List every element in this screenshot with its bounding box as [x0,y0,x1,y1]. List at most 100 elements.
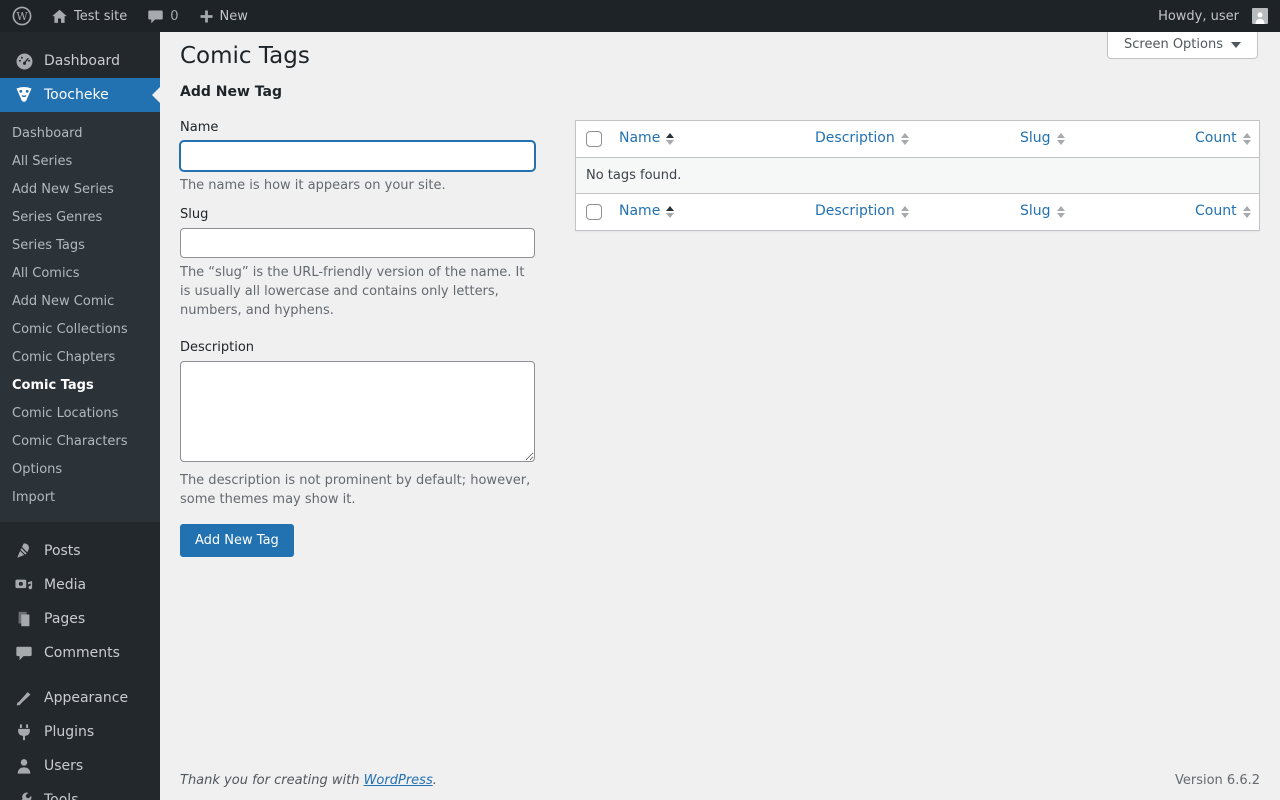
column-footer-slug: Slug [1010,192,1185,230]
submenu-item-import[interactable]: Import [0,484,160,512]
submenu-item-options[interactable]: Options [0,456,160,484]
sort-by-name-link[interactable]: Name [619,202,675,221]
sidebar-item-users[interactable]: Users [0,749,160,783]
howdy-label: Howdy, user [1158,8,1239,24]
submenu-item-series-genres[interactable]: Series Genres [0,204,160,232]
page-title: Comic Tags [180,43,310,69]
dashboard-icon [14,51,34,71]
wordpress-logo-menu[interactable]: W [0,0,41,32]
name-help-text: The name is how it appears on your site. [180,177,446,193]
description-label: Description [180,339,255,355]
menu-separator [0,670,160,681]
site-name-menu[interactable]: Test site [41,0,137,32]
wordpress-logo-icon: W [12,6,32,26]
submenu-item-comic-collections[interactable]: Comic Collections [0,316,160,344]
sort-indicator-icon [1242,205,1251,218]
column-footer-count: Count [1185,192,1259,230]
my-account-menu[interactable]: Howdy, user [1148,0,1280,32]
site-name-label: Test site [74,8,128,24]
sort-indicator-icon [900,132,909,145]
column-footer-description: Description [805,192,1010,230]
slug-field-group: Slug The “slug” is the URL-friendly vers… [180,205,535,320]
toocheke-icon [14,85,34,105]
select-all-checkbox[interactable] [586,203,602,220]
add-new-tag-button[interactable]: Add New Tag [180,523,294,557]
slug-label: Slug [180,206,209,222]
column-header-slug: Slug [1010,121,1185,158]
page-wrap: Comic Tags Add New Tag Name The name is … [160,32,1280,765]
description-textarea[interactable] [180,360,535,462]
sidebar-item-label: Pages [44,611,86,627]
submenu-item-comic-tags[interactable]: Comic Tags [0,372,160,400]
footer-thanks-text: Thank you for creating with WordPress. [180,773,437,788]
plus-icon [199,9,214,24]
users-icon [14,756,34,776]
sidebar-item-appearance[interactable]: Appearance [0,681,160,715]
sort-by-description-link[interactable]: Description [815,129,909,148]
sort-indicator-icon [666,132,675,145]
slug-input[interactable] [180,227,535,258]
submenu-item-add-new-comic[interactable]: Add New Comic [0,288,160,316]
submenu-item-all-comics[interactable]: All Comics [0,260,160,288]
sidebar-item-pages[interactable]: Pages [0,602,160,636]
media-icon [14,575,34,595]
column-footer-name: Name [609,192,805,230]
sort-by-name-link[interactable]: Name [619,129,675,148]
column-header-name: Name [609,121,805,158]
sidebar-item-media[interactable]: Media [0,568,160,602]
sort-by-count-link[interactable]: Count [1195,129,1251,148]
table-header-row: Name Description Slug Count [576,121,1259,158]
name-input[interactable] [180,140,535,171]
new-label: New [219,8,248,24]
tags-table: Name Description Slug Count No tags foun… [575,119,1260,231]
sidebar-item-label: Comments [44,645,120,661]
sidebar-item-comments[interactable]: Comments [0,636,160,670]
sidebar-item-posts[interactable]: Posts [0,534,160,568]
sidebar-item-label: Tools [44,792,79,800]
submenu-item-comic-characters[interactable]: Comic Characters [0,428,160,456]
submenu-item-add-new-series[interactable]: Add New Series [0,176,160,204]
comments-menu[interactable]: 0 [137,0,188,32]
admin-sidebar: Dashboard Toocheke Dashboard All Series … [0,32,160,800]
sort-indicator-icon [1242,132,1251,145]
select-all-checkbox[interactable] [586,130,602,147]
sidebar-item-dashboard[interactable]: Dashboard [0,44,160,78]
sidebar-item-label: Posts [44,543,81,559]
sidebar-item-label: Toocheke [44,87,109,103]
comment-bubble-icon [147,8,164,25]
submenu-item-series-tags[interactable]: Series Tags [0,232,160,260]
submenu-item-comic-locations[interactable]: Comic Locations [0,400,160,428]
table-footer-row: Name Description Slug Count [576,192,1259,230]
comments-count: 0 [170,8,179,24]
no-tags-message: No tags found. [576,157,1259,193]
sort-by-count-link[interactable]: Count [1195,202,1251,221]
admin-bar: W Test site 0 New Howdy, user [0,0,1280,32]
menu-gap [0,522,160,534]
submenu-item-dashboard[interactable]: Dashboard [0,120,160,148]
admin-footer: Thank you for creating with WordPress. V… [160,765,1280,800]
screen-options-button[interactable]: Screen Options [1107,32,1258,59]
sidebar-item-tools[interactable]: Tools [0,783,160,800]
sort-indicator-icon [1056,205,1065,218]
sort-indicator-icon [900,205,909,218]
tags-table-panel: Name Description Slug Count No tags foun… [575,119,1260,557]
screen-options-label: Screen Options [1124,37,1223,52]
svg-text:W: W [16,10,28,23]
submenu-item-comic-chapters[interactable]: Comic Chapters [0,344,160,372]
sidebar-item-plugins[interactable]: Plugins [0,715,160,749]
sort-by-description-link[interactable]: Description [815,202,909,221]
sort-by-slug-link[interactable]: Slug [1020,129,1065,148]
pin-icon [14,541,34,561]
sidebar-item-toocheke[interactable]: Toocheke [0,78,160,112]
sidebar-item-label: Media [44,577,87,593]
wordpress-link[interactable]: WordPress [364,773,433,788]
pages-icon [14,609,34,629]
avatar [1252,8,1268,24]
sidebar-item-label: Users [44,758,84,774]
comments-icon [14,643,34,663]
submenu-item-all-series[interactable]: All Series [0,148,160,176]
name-field-group: Name The name is how it appears on your … [180,118,535,195]
new-content-menu[interactable]: New [189,0,258,32]
empty-table-row: No tags found. [576,157,1259,193]
sort-by-slug-link[interactable]: Slug [1020,202,1065,221]
